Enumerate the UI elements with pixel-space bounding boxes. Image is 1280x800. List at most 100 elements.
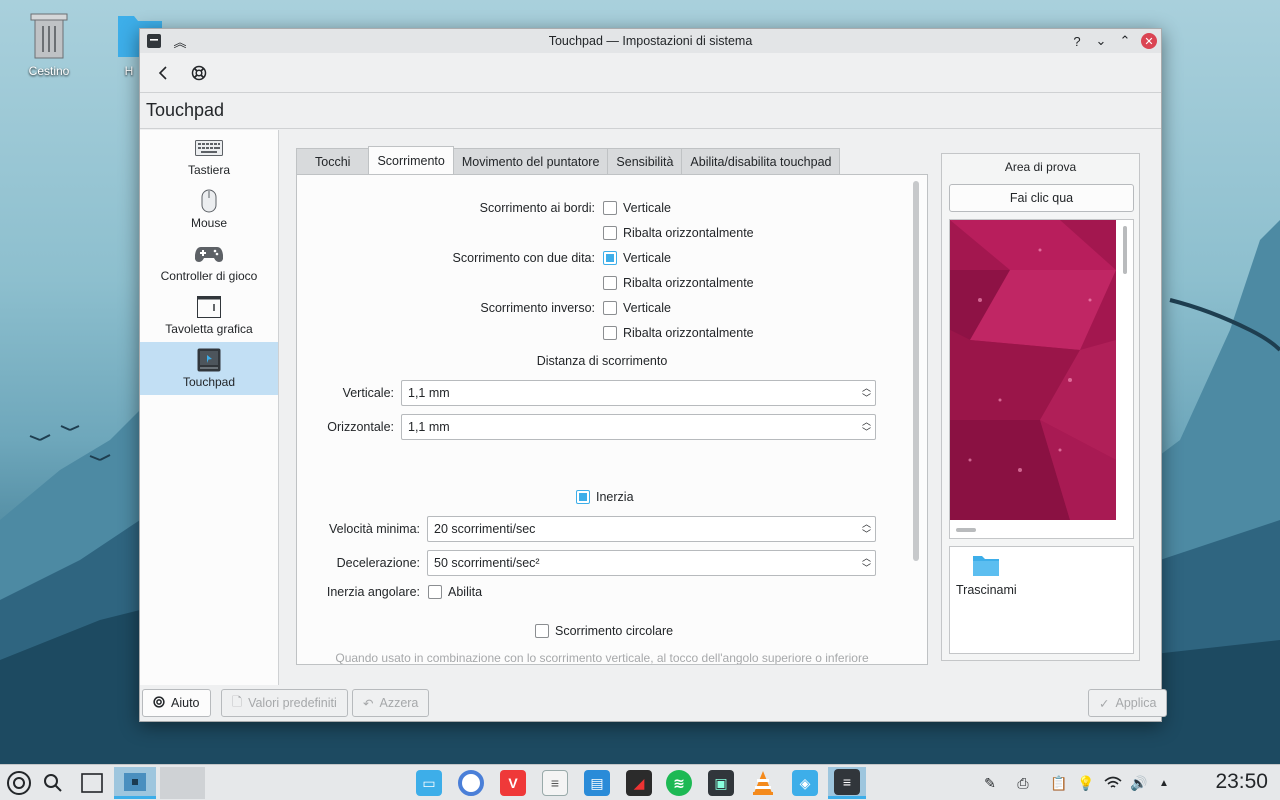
show-desktop-icon[interactable] [78, 767, 106, 799]
text-editor-icon[interactable]: ≡ [540, 767, 570, 799]
settings-content: Tocchi Scorrimento Movimento del puntato… [279, 130, 1161, 685]
checkmark-icon: ✓ [1099, 696, 1110, 711]
desktop-icon-trash[interactable]: Cestino [19, 10, 79, 78]
apply-button[interactable]: ✓ Applica [1088, 689, 1168, 717]
folder-icon[interactable] [972, 553, 1000, 577]
reverse-flip-checkbox[interactable]: Ribalta orizzontalmente [603, 326, 754, 340]
edge-scroll-vertical-checkbox[interactable]: Verticale [603, 201, 671, 215]
app-launcher-icon[interactable] [4, 767, 34, 799]
taskbar-pager[interactable] [160, 767, 205, 799]
dialog-footer: Aiuto 🗋 Valori predefiniti ↶ Azzera ✓ Ap… [140, 685, 1168, 721]
checkbox-label: Verticale [623, 201, 671, 215]
min-speed-spinbox[interactable]: 20 scorrimenti/sec ︿ ﹀ [427, 516, 876, 542]
edge-scroll-flip-checkbox[interactable]: Ribalta orizzontalmente [603, 226, 754, 240]
search-icon[interactable] [40, 767, 66, 799]
taskbar-item-settings-window[interactable] [114, 767, 156, 799]
horizontal-distance-spinbox[interactable]: 1,1 mm ︿ ﹀ [401, 414, 876, 440]
volume-icon[interactable]: 🔊 [1128, 765, 1150, 800]
deceleration-label: Decelerazione: [336, 556, 420, 570]
reverse-vertical-checkbox[interactable]: Verticale [603, 301, 671, 315]
image-horizontal-scrollbar[interactable] [956, 528, 976, 532]
minimize-icon[interactable]: ⌄ [1093, 33, 1109, 49]
scrolling-panel: Scorrimento ai bordi: Verticale Ribalta … [296, 174, 928, 665]
spin-arrows-icon[interactable]: ︿ ﹀ [862, 383, 871, 403]
checkbox-label: Scorrimento circolare [555, 624, 674, 638]
checkbox-label: Ribalta orizzontalmente [623, 276, 754, 290]
drag-test-box: Trascinami [949, 546, 1134, 654]
checkbox-box[interactable] [576, 490, 590, 504]
angular-inertia-checkbox[interactable]: Abilita [428, 585, 482, 599]
back-icon[interactable] [152, 62, 174, 84]
two-finger-vertical-checkbox[interactable]: Verticale [603, 251, 671, 265]
keyboard-icon [195, 137, 223, 159]
circular-scroll-checkbox[interactable]: Scorrimento circolare [535, 624, 673, 638]
checkbox-box[interactable] [603, 251, 617, 265]
spinbox-value: 1,1 mm [408, 420, 450, 434]
checkbox-box[interactable] [603, 201, 617, 215]
keep-above-icon[interactable]: ︽ [172, 33, 188, 50]
tab-scrolling[interactable]: Scorrimento [368, 146, 454, 174]
reverse-scroll-label: Scorrimento inverso: [480, 301, 595, 315]
inertia-checkbox[interactable]: Inerzia [576, 490, 634, 504]
pen-input-icon[interactable]: ✎ [980, 765, 1000, 800]
settings-window: ︽ Touchpad — Impostazioni di sistema ? ⌄… [139, 28, 1168, 722]
lightbulb-icon[interactable]: 💡 [1076, 765, 1096, 800]
sidebar-item-mouse[interactable]: Mouse [140, 183, 278, 236]
taskbar: ▭ V ≡ ▤ ◢ ≋ ▣ ◈ ≡ ✎ ⎙ 📋 💡 🔊 ▲ 23:50 [0, 764, 1280, 800]
spin-arrows-icon[interactable]: ︿ ﹀ [862, 417, 871, 437]
window-menu-icon[interactable] [146, 33, 162, 49]
chromium-icon[interactable] [456, 767, 486, 799]
tab-taps[interactable]: Tocchi [296, 148, 370, 174]
help-icon[interactable]: ? [1069, 33, 1085, 49]
system-settings-task-icon[interactable]: ≡ [828, 767, 866, 799]
drag-me-label[interactable]: Trascinami [956, 583, 1017, 597]
spotify-icon[interactable]: ≋ [664, 767, 694, 799]
checkbox-box[interactable] [603, 301, 617, 315]
tab-sensitivity[interactable]: Sensibilità [607, 148, 683, 174]
vlc-icon[interactable] [748, 767, 778, 799]
writer-icon[interactable]: ▤ [582, 767, 612, 799]
sidebar-item-game-controller[interactable]: Controller di gioco [140, 236, 278, 289]
sidebar-item-keyboard[interactable]: Tastiera [140, 130, 278, 183]
panel-scrollbar[interactable] [913, 181, 919, 561]
help-lifebuoy-icon[interactable] [188, 62, 210, 84]
toolbar [140, 53, 1161, 93]
defaults-button[interactable]: 🗋 Valori predefiniti [221, 689, 348, 717]
sidebar-item-touchpad[interactable]: Touchpad [140, 342, 278, 395]
printer-icon[interactable]: ⎙ [1012, 765, 1034, 800]
two-finger-scroll-label: Scorrimento con due dita: [452, 251, 595, 265]
tray-expand-icon[interactable]: ▲ [1154, 765, 1174, 800]
vertical-distance-spinbox[interactable]: 1,1 mm ︿ ﹀ [401, 380, 876, 406]
help-button[interactable]: Aiuto [142, 689, 211, 717]
checkbox-box[interactable] [428, 585, 442, 599]
spin-arrows-icon[interactable]: ︿ ﹀ [862, 553, 871, 573]
reset-button[interactable]: ↶ Azzera [352, 689, 430, 717]
terminal-app-icon[interactable]: ◢ [624, 767, 654, 799]
deceleration-spinbox[interactable]: 50 scorrimenti/sec² ︿ ﹀ [427, 550, 876, 576]
tab-enable-disable[interactable]: Abilita/disabilita touchpad [681, 148, 841, 174]
desktop-icon-label: Cestino [28, 64, 70, 78]
sidebar-item-graphics-tablet[interactable]: Tavoletta grafica [140, 289, 278, 342]
sidebar: Tastiera Mouse Controller di gioco Tavol… [140, 130, 279, 685]
image-vertical-scrollbar[interactable] [1123, 226, 1127, 274]
maximize-icon[interactable]: ⌃ [1117, 33, 1133, 49]
wifi-icon[interactable] [1102, 765, 1124, 800]
taskbar-clock[interactable]: 23:50 [1215, 770, 1268, 794]
sidebar-item-label: Mouse [190, 215, 228, 230]
spin-arrows-icon[interactable]: ︿ ﹀ [862, 519, 871, 539]
close-icon[interactable]: ✕ [1141, 33, 1157, 49]
checkbox-box[interactable] [535, 624, 549, 638]
dolphin-icon[interactable]: ▭ [414, 767, 444, 799]
vivaldi-icon[interactable]: V [498, 767, 528, 799]
checkbox-box[interactable] [603, 276, 617, 290]
cassette-icon[interactable]: ▣ [706, 767, 736, 799]
spinbox-value: 20 scorrimenti/sec [434, 522, 536, 536]
clipboard-icon[interactable]: 📋 [1048, 765, 1070, 800]
checkbox-box[interactable] [603, 226, 617, 240]
checkbox-box[interactable] [603, 326, 617, 340]
test-scroll-image[interactable] [949, 219, 1134, 539]
discover-store-icon[interactable]: ◈ [790, 767, 820, 799]
tab-pointer-motion[interactable]: Movimento del puntatore [452, 148, 609, 174]
two-finger-flip-checkbox[interactable]: Ribalta orizzontalmente [603, 276, 754, 290]
click-here-button[interactable]: Fai clic qua [949, 184, 1134, 212]
